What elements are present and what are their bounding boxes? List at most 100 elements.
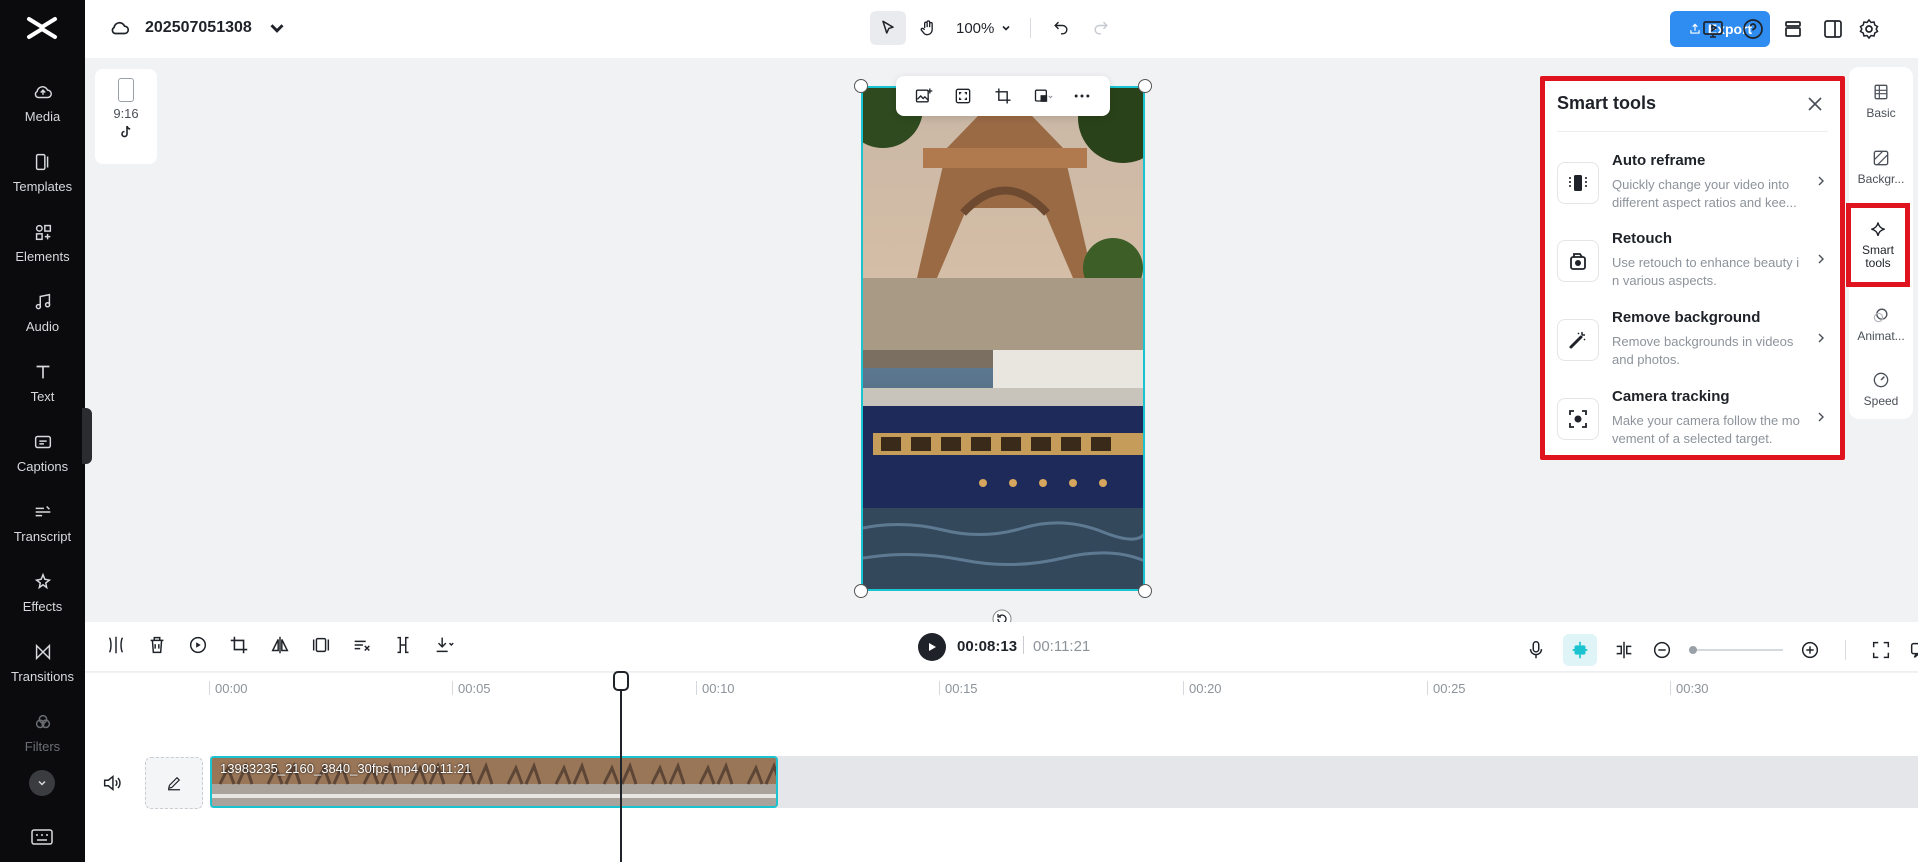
nav-filters[interactable]: Filters (0, 699, 85, 765)
capcut-logo-icon[interactable] (26, 13, 58, 43)
timeline-zoom-slider[interactable] (1689, 646, 1783, 654)
tool-camera-tracking[interactable]: Camera tracking Make your camera follow … (1557, 384, 1832, 454)
nav-text[interactable]: Text (0, 349, 85, 415)
magnet-icon (1572, 641, 1588, 659)
more-options-icon[interactable] (1072, 86, 1092, 106)
download-dropdown-icon[interactable] (433, 634, 455, 656)
hand-tool-button[interactable] (910, 11, 946, 45)
panel-title: Smart tools (1557, 93, 1657, 113)
nav-transitions[interactable]: Transitions (0, 629, 85, 695)
magnet-toggle[interactable] (1563, 634, 1597, 666)
split-icon[interactable] (105, 634, 127, 656)
tool-retouch[interactable]: Retouch Use retouch to enhance beauty i … (1557, 226, 1832, 296)
divider (1023, 636, 1024, 654)
video-clip[interactable]: 13983235_2160_3840_30fps.mp4 00:11:21 (210, 756, 778, 808)
split-track-icon[interactable] (1613, 639, 1635, 661)
audio-separate-icon[interactable] (351, 634, 373, 656)
play-button[interactable] (918, 633, 946, 661)
nav-label: Templates (12, 178, 73, 194)
project-name: 202507051308 (145, 19, 252, 36)
background-remove-icon[interactable] (1033, 86, 1053, 106)
help-icon[interactable] (1741, 17, 1765, 41)
transcript-icon (35, 505, 50, 516)
ruler-tick: 00:05 (452, 681, 491, 696)
nav-captions[interactable]: Captions (0, 419, 85, 485)
microphone-icon[interactable] (1525, 639, 1547, 661)
zoom-in-icon[interactable] (1799, 639, 1821, 661)
play-icon (929, 643, 936, 651)
video-preview[interactable] (861, 86, 1145, 591)
crop-icon[interactable] (228, 634, 250, 656)
undo-button[interactable] (1043, 11, 1079, 45)
tab-background[interactable]: Backgr... (1849, 135, 1913, 199)
project-selector[interactable]: 202507051308 (109, 17, 288, 39)
cover-edit-button[interactable] (145, 757, 203, 809)
collapse-panel-handle[interactable] (82, 408, 92, 464)
tab-smart-tools[interactable]: Smart tools (1846, 203, 1910, 287)
tab-basic[interactable]: Basic (1849, 69, 1913, 133)
nav-transcript[interactable]: Transcript (0, 489, 85, 555)
speaker-icon[interactable] (101, 772, 123, 794)
zoom-out-icon[interactable] (1651, 639, 1673, 661)
freeze-frame-icon[interactable] (310, 634, 332, 656)
select-tool-button[interactable] (870, 11, 906, 45)
tab-animation[interactable]: Animat... (1849, 292, 1913, 356)
tool-icon-box (1557, 319, 1599, 361)
filters-icon (35, 714, 50, 728)
close-icon[interactable] (1806, 95, 1824, 113)
tool-name: Remove background (1612, 309, 1761, 326)
background-icon (1873, 150, 1889, 166)
nav-elements[interactable]: Elements (0, 209, 85, 275)
nav-templates[interactable]: Templates (0, 139, 85, 205)
playhead[interactable] (620, 673, 622, 862)
tab-label: Animat... (1857, 329, 1905, 343)
nav-expand-button[interactable] (29, 770, 55, 796)
present-icon[interactable] (1701, 17, 1725, 41)
keyboard-icon[interactable] (29, 827, 55, 847)
fit-frame-icon[interactable] (953, 86, 973, 106)
animation-icon (1873, 308, 1888, 323)
speed-icon (1873, 372, 1889, 388)
tool-name: Auto reframe (1612, 152, 1706, 169)
slider-knob[interactable] (1689, 646, 1697, 654)
camera-tracking-icon (1569, 410, 1587, 428)
chevron-right-icon (1818, 176, 1824, 186)
basic-icon (1874, 84, 1888, 100)
resize-handle[interactable] (1138, 584, 1152, 598)
tool-remove-background[interactable]: Remove background Remove backgrounds in … (1557, 305, 1832, 375)
canvas-tools: 100% (870, 11, 1119, 45)
nav-label: Transcript (13, 528, 72, 544)
crop-icon[interactable] (993, 86, 1013, 106)
trim-icon[interactable] (392, 634, 414, 656)
tool-icon-box (1557, 240, 1599, 282)
magic-wand-icon (1569, 332, 1586, 349)
resize-handle[interactable] (854, 79, 868, 93)
reverse-icon[interactable] (187, 634, 209, 656)
split-panel-icon[interactable] (1821, 17, 1845, 41)
timeline[interactable]: 00:00 00:05 00:10 00:15 00:20 00:25 00:3… (85, 671, 1918, 862)
tab-label: Speed (1863, 394, 1899, 408)
aspect-ratio-card[interactable]: 9:16 (95, 69, 157, 164)
tool-icon-box (1557, 162, 1599, 204)
tab-speed[interactable]: Speed (1849, 357, 1913, 421)
redo-button[interactable] (1083, 11, 1119, 45)
flip-icon[interactable] (269, 634, 291, 656)
tool-description: Remove backgrounds in videos and photos. (1612, 334, 1794, 367)
comment-icon[interactable] (1908, 639, 1918, 661)
nav-effects[interactable]: Effects (0, 559, 85, 625)
replace-image-icon[interactable] (914, 86, 934, 106)
fit-timeline-icon[interactable] (1870, 639, 1892, 661)
aspect-label: 9:16 (113, 106, 139, 121)
gear-icon[interactable] (1857, 17, 1881, 41)
resize-handle[interactable] (854, 584, 868, 598)
time-ruler[interactable]: 00:00 00:05 00:10 00:15 00:20 00:25 00:3… (85, 673, 1918, 703)
resize-handle[interactable] (1138, 79, 1152, 93)
tool-auto-reframe[interactable]: Auto reframe Quickly change your video i… (1557, 148, 1832, 218)
transitions-icon (35, 643, 50, 660)
layers-icon[interactable] (1781, 17, 1805, 41)
delete-icon[interactable] (146, 634, 168, 656)
nav-media[interactable]: Media (0, 69, 85, 135)
playhead-handle[interactable] (613, 671, 629, 691)
zoom-dropdown[interactable]: 100% (950, 11, 1018, 45)
nav-audio[interactable]: Audio (0, 279, 85, 345)
